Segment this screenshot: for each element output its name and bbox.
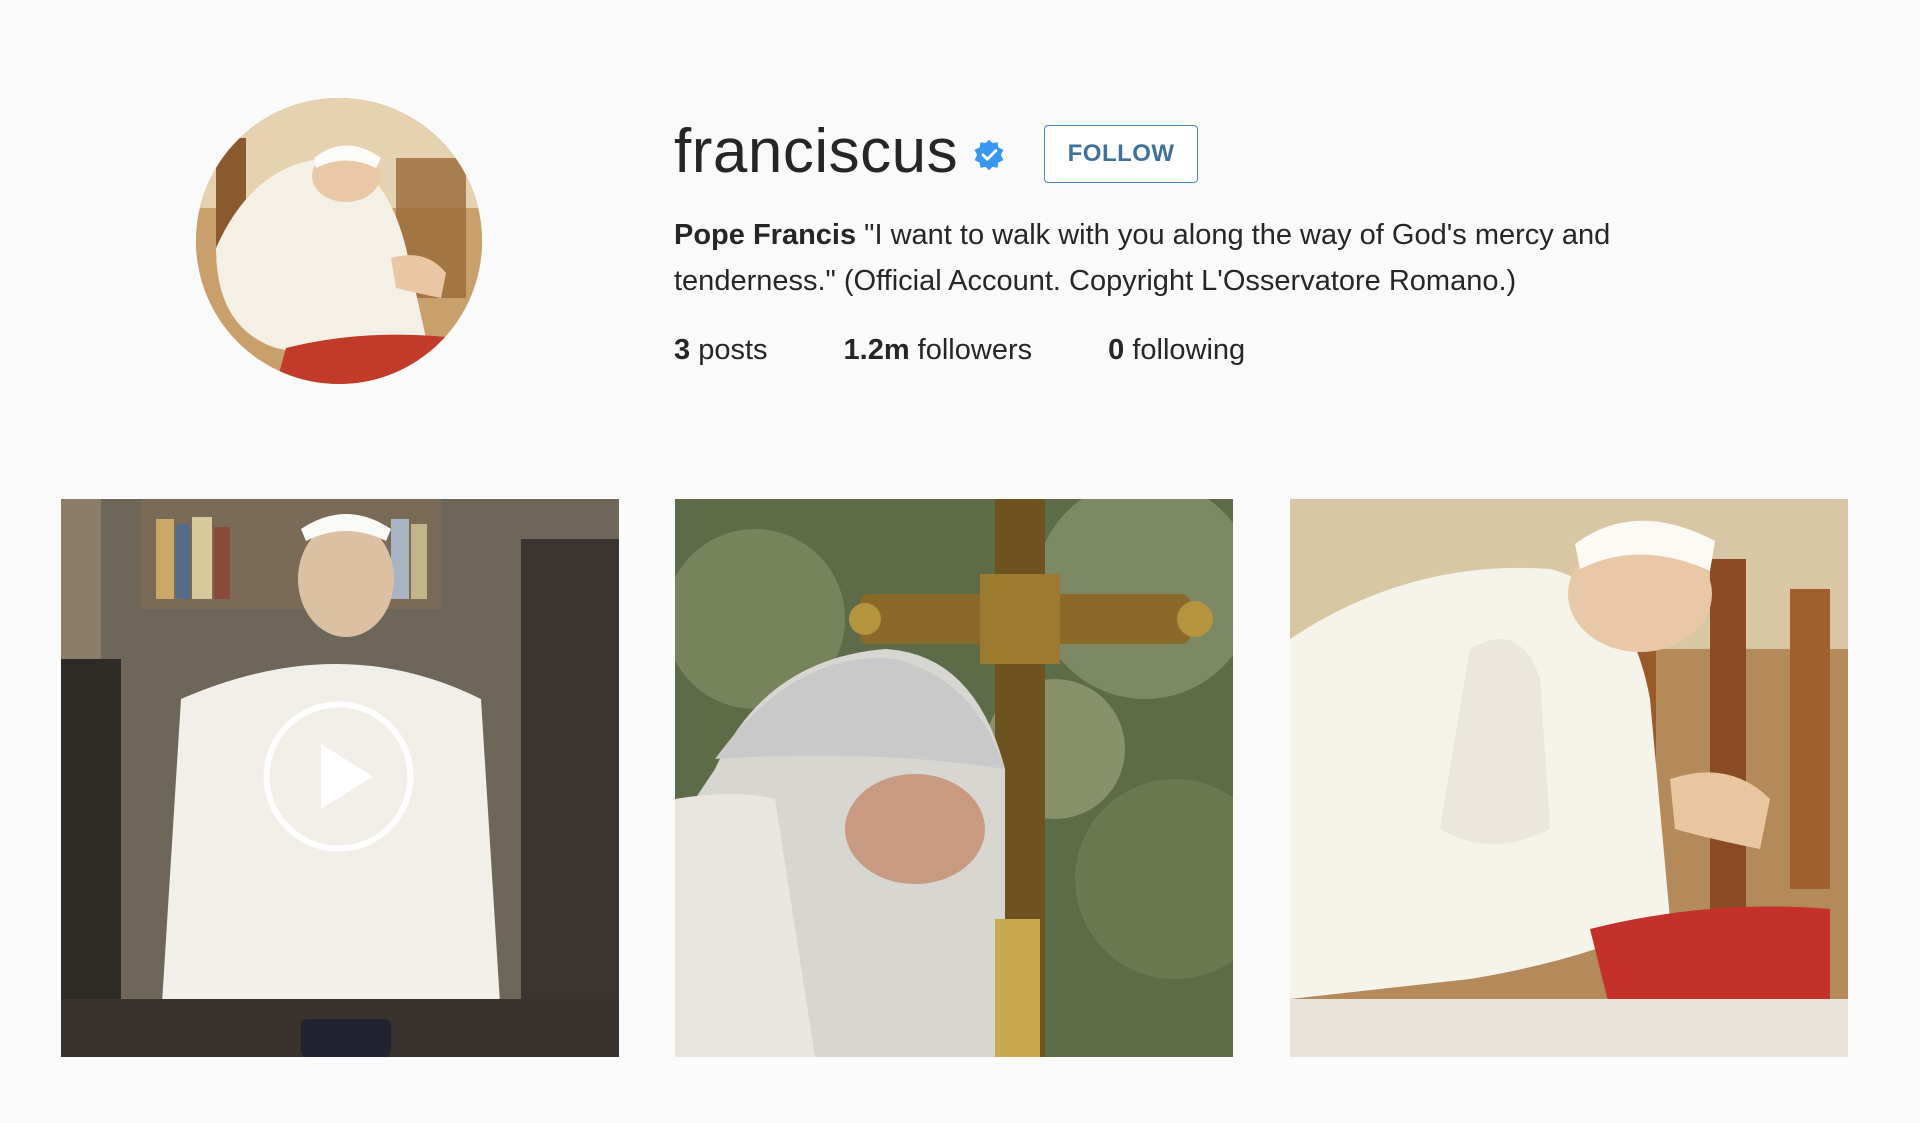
followers-label: followers	[909, 334, 1033, 366]
followers-stat[interactable]: 1.2m followers	[844, 334, 1033, 367]
posts-label: posts	[690, 334, 768, 366]
profile-bio: Pope Francis "I want to walk with you al…	[674, 212, 1734, 304]
verified-badge-icon	[972, 138, 1006, 172]
profile-page: franciscus FOLLOW Pope Francis "I want t…	[0, 0, 1920, 1123]
play-icon[interactable]	[261, 699, 416, 854]
post-thumbnail	[1290, 499, 1848, 1057]
follow-button[interactable]: FOLLOW	[1044, 125, 1199, 183]
bio-full-name: Pope Francis	[674, 219, 857, 251]
profile-avatar[interactable]	[196, 98, 482, 384]
username: franciscus	[674, 117, 959, 186]
post-tile-video[interactable]	[61, 499, 619, 1057]
post-tile-photo[interactable]	[675, 499, 1233, 1057]
posts-stat: 3 posts	[674, 334, 768, 367]
post-thumbnail	[675, 499, 1233, 1057]
following-label: following	[1124, 334, 1246, 366]
posts-count: 3	[674, 334, 691, 366]
post-tile-photo[interactable]	[1290, 499, 1848, 1057]
following-stat[interactable]: 0 following	[1108, 334, 1245, 367]
username-row: franciscus FOLLOW	[674, 112, 1199, 192]
following-count: 0	[1108, 334, 1125, 366]
followers-count: 1.2m	[843, 334, 910, 366]
profile-stats: 3 posts 1.2m followers 0 following	[674, 334, 1321, 367]
